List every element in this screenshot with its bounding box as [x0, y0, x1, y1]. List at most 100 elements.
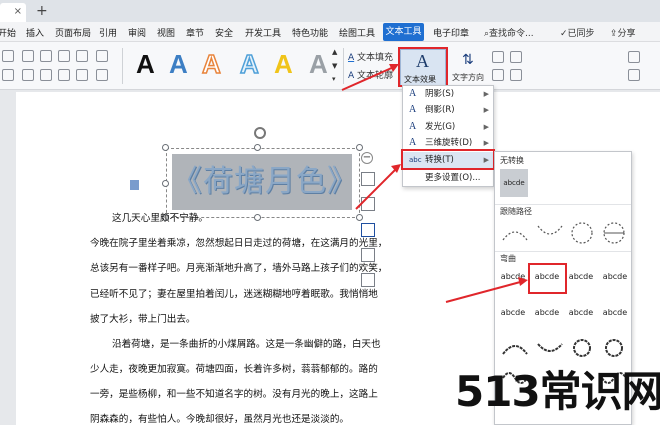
paragraph-line: 阴森森的，有些怕人。今晚却很好，虽然月光也还是淡淡的。 [90, 414, 350, 425]
menu-start[interactable]: 开始 [0, 26, 16, 39]
search-command[interactable]: ⌕查找命令... [484, 26, 534, 39]
path-button-option[interactable] [599, 220, 629, 246]
submenu-divider [495, 251, 631, 252]
paragraph-icon[interactable] [96, 69, 108, 81]
layout-icon[interactable] [361, 172, 375, 186]
document-tab[interactable]: × [0, 3, 26, 22]
menu-item-shadow[interactable]: A 阴影(S) ▶ [403, 86, 493, 102]
wrap-text-icon[interactable] [492, 69, 504, 81]
text-box-icon[interactable] [510, 51, 522, 63]
chevron-right-icon: ▶ [483, 123, 489, 131]
follow-path-label: 跟随路径 [500, 207, 532, 216]
path-circle-option[interactable] [567, 220, 597, 246]
text-effect-menu: A 阴影(S) ▶ A 倒影(R) ▶ A 发光(G) ▶ A 三维旋转(D) … [402, 85, 494, 187]
select-icon[interactable] [628, 69, 640, 81]
eraser-icon[interactable] [2, 50, 14, 62]
new-tab-icon[interactable]: + [36, 3, 48, 19]
menu-e-seal[interactable]: 电子印章 [433, 26, 469, 39]
style-scroll-down-icon[interactable]: ▼ [332, 62, 337, 70]
wordart-text[interactable]: 《荷塘月色》 [172, 154, 357, 210]
align-center-icon[interactable] [22, 69, 34, 81]
menu-item-reflection[interactable]: A 倒影(R) ▶ [403, 102, 493, 118]
text-style-blue-outline[interactable]: A [239, 48, 259, 80]
style-more-icon[interactable]: ▾ [332, 75, 336, 83]
text-style-black[interactable]: A [136, 49, 155, 79]
warp-arch-option[interactable] [500, 336, 530, 360]
paragraph-line: 总该另有一番样子吧。月亮渐渐地升高了，墙外马路上孩子们的欢笑， [90, 263, 388, 274]
warp-button-option[interactable] [599, 336, 629, 360]
menu-features[interactable]: 特色功能 [292, 26, 328, 39]
menu-drawing-tools[interactable]: 绘图工具 [339, 26, 375, 39]
align-right-icon[interactable] [40, 69, 52, 81]
menu-developer[interactable]: 开发工具 [245, 26, 281, 39]
collapse-icon[interactable]: − [361, 152, 373, 164]
menu-insert[interactable]: 插入 [26, 26, 44, 39]
resize-handle[interactable] [162, 144, 169, 151]
menu-item-glow[interactable]: A 发光(G) ▶ [403, 119, 493, 135]
warp-option[interactable]: abcde [565, 302, 597, 324]
bullet-list-icon[interactable] [22, 50, 34, 62]
menu-text-tools[interactable]: 文本工具 [383, 23, 424, 41]
line-spacing-icon[interactable] [76, 69, 88, 81]
sync-icon: ✓ [560, 29, 568, 39]
sync-status[interactable]: ✓已同步 [560, 26, 595, 39]
text-style-gray[interactable]: A [309, 49, 328, 79]
group-icon[interactable] [628, 51, 640, 63]
path-arch-down-option[interactable] [535, 220, 565, 246]
text-fill-button[interactable]: A 文本填充 [348, 50, 393, 63]
chevron-right-icon: ▶ [483, 90, 489, 98]
rotate-handle-icon[interactable] [254, 127, 266, 139]
text-outline-button[interactable]: A 文本轮廓 [348, 68, 393, 81]
highlight-text-effect [398, 47, 448, 87]
justify-icon[interactable] [58, 69, 70, 81]
warp-option[interactable]: abcde [599, 302, 631, 324]
highlight-warp-option [528, 263, 567, 294]
path-arch-up-option[interactable] [500, 220, 530, 246]
resize-handle[interactable] [254, 144, 261, 151]
close-icon[interactable]: × [14, 6, 22, 17]
menu-section[interactable]: 章节 [186, 26, 204, 39]
paragraph-line: 披了大衫，带上门出去。 [90, 314, 196, 325]
text-direction-button[interactable]: ⇅ 文字方向 [452, 52, 488, 86]
outline-icon[interactable] [361, 223, 375, 237]
text-style-orange-outline[interactable]: A [201, 48, 221, 80]
resize-handle[interactable] [162, 180, 169, 187]
warp-option[interactable]: abcde [565, 266, 597, 288]
outdent-icon[interactable] [76, 50, 88, 62]
warp-circle-option[interactable] [567, 336, 597, 360]
warp-option[interactable]: abcde [497, 302, 529, 324]
format-icon[interactable] [361, 273, 375, 287]
text-style-blue[interactable]: A [169, 49, 188, 79]
anchor-icon[interactable] [130, 180, 139, 190]
number-list-icon[interactable] [40, 50, 52, 62]
warp-arch-option[interactable] [535, 336, 565, 360]
text-fill-icon: A [348, 53, 355, 63]
warp-option[interactable]: abcde [497, 266, 529, 288]
fill-icon[interactable] [361, 197, 375, 211]
indent-icon[interactable] [58, 50, 70, 62]
warp-option[interactable]: abcde [531, 302, 563, 324]
warp-option[interactable]: abcde [599, 266, 631, 288]
resize-handle[interactable] [356, 214, 363, 221]
menu-references[interactable]: 引用 [99, 26, 117, 39]
link-icon[interactable] [510, 69, 522, 81]
menu-security[interactable]: 安全 [215, 26, 233, 39]
style-scroll-up-icon[interactable]: ▲ [332, 48, 337, 56]
align-text-icon[interactable] [492, 51, 504, 63]
sort-icon[interactable] [96, 50, 108, 62]
watermark: 513常识网 [455, 367, 660, 416]
no-transform-option[interactable]: abcde [500, 169, 528, 197]
resize-handle[interactable] [356, 144, 363, 151]
menu-review[interactable]: 审阅 [128, 26, 146, 39]
share-button[interactable]: ⇪分享 [610, 26, 636, 39]
align-left-icon[interactable] [2, 69, 14, 81]
no-transform-label: 无转换 [500, 156, 524, 165]
resize-handle[interactable] [254, 214, 261, 221]
ribbon-separator [343, 48, 344, 84]
ribbon: A A A A A A ▲ ▼ ▾ A 文本填充 A 文本轮廓 A 文本效果 ⇅… [0, 42, 660, 90]
menu-view[interactable]: 视图 [157, 26, 175, 39]
menu-page-layout[interactable]: 页面布局 [55, 26, 91, 39]
menu-item-more-settings[interactable]: 更多设置(O)... [403, 170, 493, 186]
pen-icon[interactable] [361, 248, 375, 262]
text-style-yellow[interactable]: A [274, 49, 293, 79]
